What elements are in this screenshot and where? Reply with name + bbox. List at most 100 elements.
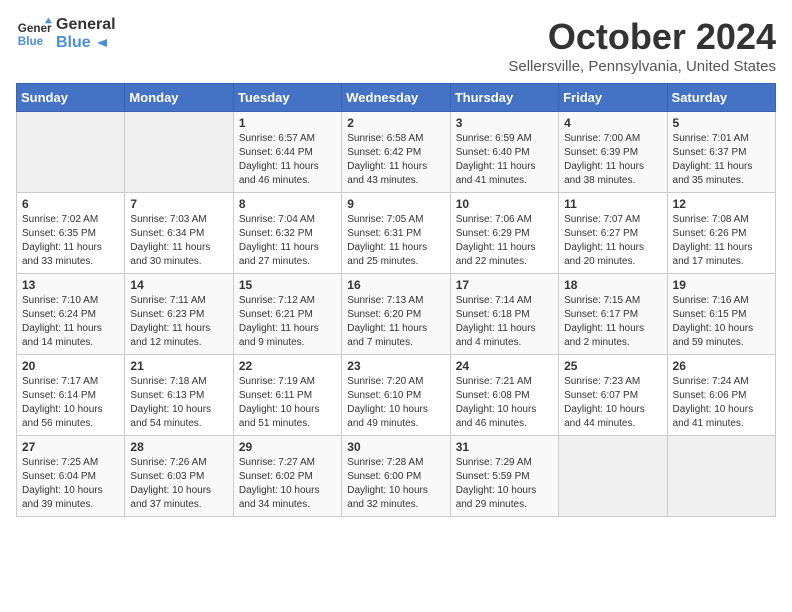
day-info: Sunrise: 7:14 AM Sunset: 6:18 PM Dayligh…: [456, 294, 553, 350]
calendar-cell: 20 Sunrise: 7:17 AM Sunset: 6:14 PM Dayli…: [17, 355, 125, 436]
calendar-cell: 2Sunrise: 6:58 AM Sunset: 6:42 PM Daylig…: [342, 112, 450, 193]
calendar-cell: 5 Sunrise: 7:01 AM Sunset: 6:37 PM Daylig…: [667, 112, 775, 193]
day-number: 27: [22, 440, 119, 454]
day-info: Sunrise: 7:26 AM Sunset: 6:03 PM Dayligh…: [130, 456, 227, 512]
calendar-cell: 8Sunrise: 7:04 AM Sunset: 6:32 PM Daylig…: [233, 193, 341, 274]
calendar-cell: 16 Sunrise: 7:13 AM Sunset: 6:20 PM Dayli…: [342, 274, 450, 355]
day-info: Sunrise: 7:24 AM Sunset: 6:06 PM Dayligh…: [673, 375, 770, 431]
month-title: October 2024: [508, 16, 776, 58]
day-header-monday: Monday: [125, 84, 233, 112]
day-number: 26: [673, 359, 770, 373]
day-number: 29: [239, 440, 336, 454]
logo-text: General Blue: [56, 16, 116, 51]
day-info: Sunrise: 7:18 AM Sunset: 6:13 PM Dayligh…: [130, 375, 227, 431]
calendar-cell: 30Sunrise: 7:28 AM Sunset: 6:00 PM Dayli…: [342, 436, 450, 517]
day-info: Sunrise: 7:10 AM Sunset: 6:24 PM Dayligh…: [22, 294, 119, 350]
day-info: Sunrise: 7:04 AM Sunset: 6:32 PM Dayligh…: [239, 213, 336, 269]
day-info: Sunrise: 7:05 AM Sunset: 6:31 PM Dayligh…: [347, 213, 444, 269]
calendar-cell: 6 Sunrise: 7:02 AM Sunset: 6:35 PM Daylig…: [17, 193, 125, 274]
day-header-sunday: Sunday: [17, 84, 125, 112]
day-number: 18: [564, 278, 661, 292]
calendar-cell: [17, 112, 125, 193]
calendar-cell: 22Sunrise: 7:19 AM Sunset: 6:11 PM Dayli…: [233, 355, 341, 436]
calendar-header-row: SundayMondayTuesdayWednesdayThursdayFrid…: [17, 84, 776, 112]
day-info: Sunrise: 7:17 AM Sunset: 6:14 PM Dayligh…: [22, 375, 119, 431]
calendar-cell: 10Sunrise: 7:06 AM Sunset: 6:29 PM Dayli…: [450, 193, 558, 274]
day-number: 6: [22, 197, 119, 211]
day-info: Sunrise: 7:06 AM Sunset: 6:29 PM Dayligh…: [456, 213, 553, 269]
day-number: 20: [22, 359, 119, 373]
day-info: Sunrise: 7:13 AM Sunset: 6:20 PM Dayligh…: [347, 294, 444, 350]
calendar-cell: 17 Sunrise: 7:14 AM Sunset: 6:18 PM Dayli…: [450, 274, 558, 355]
calendar-cell: 9 Sunrise: 7:05 AM Sunset: 6:31 PM Daylig…: [342, 193, 450, 274]
day-info: Sunrise: 7:23 AM Sunset: 6:07 PM Dayligh…: [564, 375, 661, 431]
calendar-cell: 29Sunrise: 7:27 AM Sunset: 6:02 PM Dayli…: [233, 436, 341, 517]
day-number: 1: [239, 116, 336, 130]
day-number: 16: [347, 278, 444, 292]
day-header-tuesday: Tuesday: [233, 84, 341, 112]
day-header-friday: Friday: [559, 84, 667, 112]
day-info: Sunrise: 7:12 AM Sunset: 6:21 PM Dayligh…: [239, 294, 336, 350]
day-info: Sunrise: 6:59 AM Sunset: 6:40 PM Dayligh…: [456, 132, 553, 188]
day-number: 2: [347, 116, 444, 130]
day-number: 5: [673, 116, 770, 130]
day-header-saturday: Saturday: [667, 84, 775, 112]
calendar-cell: 23 Sunrise: 7:20 AM Sunset: 6:10 PM Dayli…: [342, 355, 450, 436]
day-number: 31: [456, 440, 553, 454]
day-info: Sunrise: 7:19 AM Sunset: 6:11 PM Dayligh…: [239, 375, 336, 431]
day-number: 17: [456, 278, 553, 292]
calendar-cell: 25 Sunrise: 7:23 AM Sunset: 6:07 PM Dayli…: [559, 355, 667, 436]
calendar-week-5: 27 Sunrise: 7:25 AM Sunset: 6:04 PM Dayli…: [17, 436, 776, 517]
svg-text:Blue: Blue: [18, 35, 44, 48]
calendar-cell: 12 Sunrise: 7:08 AM Sunset: 6:26 PM Dayli…: [667, 193, 775, 274]
day-number: 9: [347, 197, 444, 211]
day-number: 23: [347, 359, 444, 373]
day-number: 25: [564, 359, 661, 373]
day-info: Sunrise: 7:02 AM Sunset: 6:35 PM Dayligh…: [22, 213, 119, 269]
calendar-table: SundayMondayTuesdayWednesdayThursdayFrid…: [16, 83, 776, 517]
calendar-cell: 13Sunrise: 7:10 AM Sunset: 6:24 PM Dayli…: [17, 274, 125, 355]
calendar-week-4: 20 Sunrise: 7:17 AM Sunset: 6:14 PM Dayli…: [17, 355, 776, 436]
svg-text:General: General: [18, 22, 52, 35]
day-info: Sunrise: 7:15 AM Sunset: 6:17 PM Dayligh…: [564, 294, 661, 350]
calendar-cell: 14Sunrise: 7:11 AM Sunset: 6:23 PM Dayli…: [125, 274, 233, 355]
calendar-cell: 3 Sunrise: 6:59 AM Sunset: 6:40 PM Daylig…: [450, 112, 558, 193]
day-info: Sunrise: 7:01 AM Sunset: 6:37 PM Dayligh…: [673, 132, 770, 188]
day-number: 24: [456, 359, 553, 373]
day-number: 28: [130, 440, 227, 454]
logo-icon: General Blue: [16, 16, 52, 52]
day-info: Sunrise: 7:08 AM Sunset: 6:26 PM Dayligh…: [673, 213, 770, 269]
day-info: Sunrise: 7:00 AM Sunset: 6:39 PM Dayligh…: [564, 132, 661, 188]
calendar-cell: 1 Sunrise: 6:57 AM Sunset: 6:44 PM Daylig…: [233, 112, 341, 193]
title-block: October 2024 Sellersville, Pennsylvania,…: [508, 16, 776, 75]
day-number: 30: [347, 440, 444, 454]
day-info: Sunrise: 7:29 AM Sunset: 5:59 PM Dayligh…: [456, 456, 553, 512]
day-number: 3: [456, 116, 553, 130]
day-info: Sunrise: 7:20 AM Sunset: 6:10 PM Dayligh…: [347, 375, 444, 431]
calendar-cell: 26 Sunrise: 7:24 AM Sunset: 6:06 PM Dayli…: [667, 355, 775, 436]
day-number: 19: [673, 278, 770, 292]
calendar-body: 1 Sunrise: 6:57 AM Sunset: 6:44 PM Daylig…: [17, 112, 776, 517]
page-header: General Blue General Blue October 2024 S…: [16, 16, 776, 75]
day-number: 21: [130, 359, 227, 373]
calendar-week-1: 1 Sunrise: 6:57 AM Sunset: 6:44 PM Daylig…: [17, 112, 776, 193]
day-number: 12: [673, 197, 770, 211]
calendar-cell: [125, 112, 233, 193]
day-number: 15: [239, 278, 336, 292]
day-info: Sunrise: 7:11 AM Sunset: 6:23 PM Dayligh…: [130, 294, 227, 350]
day-info: Sunrise: 7:07 AM Sunset: 6:27 PM Dayligh…: [564, 213, 661, 269]
day-info: Sunrise: 7:03 AM Sunset: 6:34 PM Dayligh…: [130, 213, 227, 269]
calendar-cell: 24 Sunrise: 7:21 AM Sunset: 6:08 PM Dayli…: [450, 355, 558, 436]
day-info: Sunrise: 6:57 AM Sunset: 6:44 PM Dayligh…: [239, 132, 336, 188]
calendar-cell: 19Sunrise: 7:16 AM Sunset: 6:15 PM Dayli…: [667, 274, 775, 355]
calendar-week-2: 6 Sunrise: 7:02 AM Sunset: 6:35 PM Daylig…: [17, 193, 776, 274]
day-number: 11: [564, 197, 661, 211]
day-header-wednesday: Wednesday: [342, 84, 450, 112]
day-info: Sunrise: 7:21 AM Sunset: 6:08 PM Dayligh…: [456, 375, 553, 431]
day-header-thursday: Thursday: [450, 84, 558, 112]
logo: General Blue General Blue: [16, 16, 116, 52]
calendar-cell: 7Sunrise: 7:03 AM Sunset: 6:34 PM Daylig…: [125, 193, 233, 274]
calendar-week-3: 13Sunrise: 7:10 AM Sunset: 6:24 PM Dayli…: [17, 274, 776, 355]
day-info: Sunrise: 7:25 AM Sunset: 6:04 PM Dayligh…: [22, 456, 119, 512]
location-subtitle: Sellersville, Pennsylvania, United State…: [508, 58, 776, 75]
